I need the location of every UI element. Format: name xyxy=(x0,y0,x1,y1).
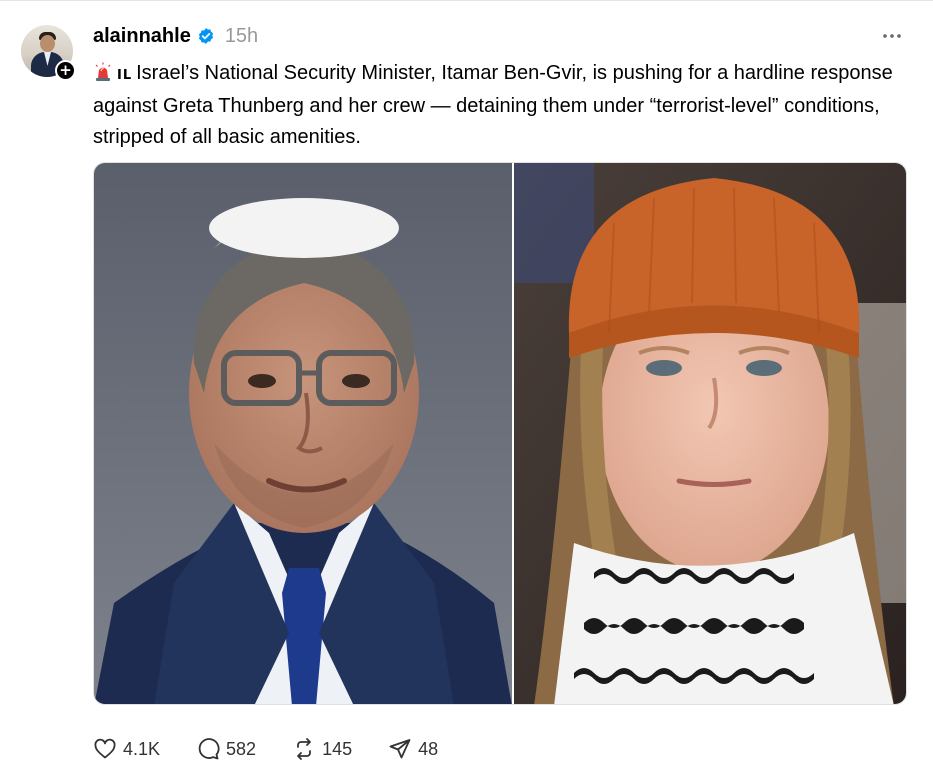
post-header: alainnahle 15h xyxy=(93,24,258,48)
post-text: IL Israel’s National Security Minister, I… xyxy=(93,58,908,153)
share-count: 48 xyxy=(418,738,439,759)
reply-button[interactable]: 582 xyxy=(196,737,256,761)
timestamp: 15h xyxy=(224,24,259,47)
share-button[interactable]: 48 xyxy=(388,737,438,761)
verified-badge-icon xyxy=(198,28,213,44)
plus-icon[interactable]: + xyxy=(55,60,76,81)
more-icon[interactable] xyxy=(880,27,904,45)
share-icon xyxy=(389,739,411,759)
flag-code: IL xyxy=(117,68,133,83)
username[interactable]: alainnahle xyxy=(93,25,191,48)
photo-left xyxy=(94,163,512,704)
comment-icon xyxy=(198,738,220,760)
post-actions: 4.1K 582 145 48 xyxy=(93,734,474,764)
post-body: Israel’s National Security Minister, Ita… xyxy=(93,62,893,148)
avatar[interactable]: + xyxy=(21,25,76,81)
repost-button[interactable]: 145 xyxy=(292,737,352,761)
repost-icon xyxy=(297,738,311,760)
police-light-icon xyxy=(95,62,111,81)
reply-count: 582 xyxy=(226,738,257,759)
like-button[interactable]: 4.1K xyxy=(93,737,160,761)
photo-right xyxy=(514,163,906,704)
repost-count: 145 xyxy=(322,738,353,759)
heart-icon xyxy=(94,738,116,759)
like-count: 4.1K xyxy=(123,738,161,759)
post-image[interactable] xyxy=(93,162,907,705)
top-divider xyxy=(0,0,933,1)
